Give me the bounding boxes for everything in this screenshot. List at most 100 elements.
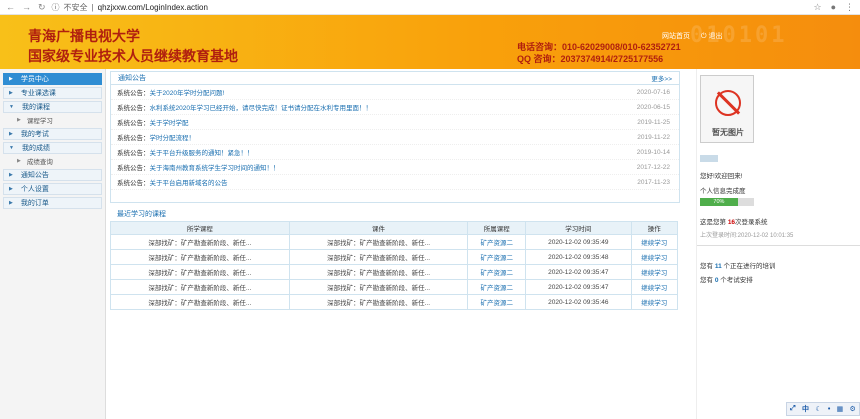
notice-item: 系统公告： 关于平台启用新域名的公告 2017-11-23 <box>111 175 679 190</box>
triangle-right-icon: ▶ <box>9 76 13 82</box>
punct-icon[interactable]: • <box>828 406 830 413</box>
notice-prefix: 系统公告： <box>117 165 150 172</box>
moon-icon[interactable]: ☾ <box>815 405 821 413</box>
column-header: 所学课程 <box>110 221 290 235</box>
notice-item: 系统公告： 关于海南州教育系统学生学习时间的通知！！ 2017-12-22 <box>111 160 679 175</box>
profile-progress-bar: 70% <box>700 198 754 206</box>
notice-link[interactable]: 关于2020年学时分配问题! <box>150 87 637 97</box>
notice-date: 2017-11-23 <box>637 178 670 186</box>
contact-info: 电话咨询：010-62029008/010-62352721 QQ 咨询：203… <box>517 41 681 65</box>
notice-link[interactable]: 学时分配流程！ <box>150 132 638 142</box>
notice-title: 通知公告 <box>118 75 146 82</box>
triangle-right-icon: ▶ <box>9 90 13 96</box>
back-icon[interactable]: ← <box>6 2 15 13</box>
notice-item: 系统公告： 关于2020年学时分配问题! 2020-07-16 <box>111 85 679 100</box>
cell-course: 深部找矿：矿产勘查新阶段、新任... <box>110 264 290 280</box>
sidebar-item-my-exams[interactable]: ▶ 我的考试 <box>3 128 102 140</box>
menu-icon[interactable]: ⋮ <box>845 2 854 13</box>
ime-toolbar[interactable]: ⤢ 中 ☾ • ▦ ⚙ <box>786 402 860 416</box>
cell-course: 深部找矿：矿产勘查新阶段、新任... <box>110 249 290 265</box>
notice-date: 2019-10-14 <box>636 148 670 156</box>
notice-prefix: 系统公告： <box>117 105 150 112</box>
notice-date: 2020-07-16 <box>636 88 670 96</box>
info-icon[interactable]: ⓘ <box>52 2 60 13</box>
triangle-right-icon: ▶ <box>9 172 13 178</box>
account-icon[interactable]: ● <box>831 2 836 13</box>
sidebar-item-my-courses[interactable]: ▼ 我的课程 <box>3 101 102 113</box>
cell-courseware: 深部找矿：矿产勘查新阶段、新任... <box>288 249 469 265</box>
site-title: 青海广播电视大学 <box>28 28 140 44</box>
table-row: 深部找矿：矿产勘查新阶段、新任... 深部找矿：矿产勘查新阶段、新任... 矿产资源… <box>110 294 679 310</box>
avatar: 暂无图片 <box>700 75 754 143</box>
cell-course: 深部找矿：矿产勘查新阶段、新任... <box>110 294 290 310</box>
sidebar-item-course-select[interactable]: ▶ 专业课选课 <box>3 87 102 99</box>
star-icon[interactable]: ☆ <box>813 2 821 13</box>
url-text[interactable]: qhzjxxw.com/LoginIndex.action <box>98 3 208 12</box>
table-body: 深部找矿：矿产勘查新阶段、新任... 深部找矿：矿产勘查新阶段、新任... 矿产资源… <box>110 234 679 310</box>
sidebar-item-student-center[interactable]: ▶ 学员中心 <box>3 73 102 85</box>
profile-progress-label: 个人信息完成度 <box>700 188 746 195</box>
reload-icon[interactable]: ↻ <box>38 2 46 13</box>
cell-belong-course[interactable]: 矿产资源二 <box>467 294 527 310</box>
cell-study-time: 2020-12-02 09:35:48 <box>525 249 632 265</box>
continue-study-link[interactable]: 继续学习 <box>630 249 679 265</box>
avatar-caption: 暂无图片 <box>712 128 744 137</box>
notice-link[interactable]: 关于学时学配 <box>150 117 638 127</box>
ime-switch-icon[interactable]: ⤢ <box>790 405 796 413</box>
column-header: 学习时间 <box>525 221 632 235</box>
notice-panel: 通知公告 更多>> 系统公告： 关于2020年学时分配问题! 2020-07-16 系… <box>110 71 680 203</box>
cell-belong-course[interactable]: 矿产资源二 <box>467 279 527 295</box>
sidebar-subitem-course-study[interactable]: ▶ 课程学习 <box>3 113 102 126</box>
keyboard-icon[interactable]: ▦ <box>837 405 844 413</box>
ime-mode[interactable]: 中 <box>802 404 809 414</box>
notice-link[interactable]: 关于海南州教育系统学生学习时间的通知！！ <box>150 162 637 172</box>
sidebar-subitem-grade-query[interactable]: ▶ 成绩查询 <box>3 154 102 167</box>
power-icon: ⏻ <box>701 33 707 40</box>
column-header: 课件 <box>288 221 469 235</box>
home-link[interactable]: 网站首页 <box>662 31 690 41</box>
cell-belong-course[interactable]: 矿产资源二 <box>467 264 527 280</box>
notice-link[interactable]: 关于平台启用新域名的公告 <box>150 177 638 187</box>
notice-header: 通知公告 更多>> <box>111 72 679 85</box>
notice-date: 2019-11-25 <box>637 118 670 126</box>
sidebar: ▶ 学员中心 ▶ 专业课选课 ▼ 我的课程 ▶ 课程学习 ▶ 我的考试 ▼ 我的成绩 ▶ 成绩… <box>0 69 106 419</box>
sidebar-item-settings[interactable]: ▶ 个人设置 <box>3 183 102 195</box>
cell-study-time: 2020-12-02 09:35:49 <box>525 234 632 250</box>
profile-progress-fill: 70% <box>700 198 738 206</box>
insecure-label: 不安全 <box>63 2 88 12</box>
notice-link[interactable]: 关于平台升级服务的通知！紧急！！ <box>150 147 637 157</box>
address-bar[interactable]: ⓘ 不安全 | qhzjxxw.com/LoginIndex.action <box>52 2 808 13</box>
training-count-text: 您有 11 个正在进行的培训 <box>700 263 776 270</box>
triangle-down-icon: ▼ <box>9 145 14 151</box>
logout-link[interactable]: ⏻ 退出 <box>701 31 723 41</box>
notice-prefix: 系统公告： <box>117 120 150 127</box>
notice-link[interactable]: 水利系统2020年学习已经开始，请尽快完成！证书请分配在水利专用里面！！ <box>150 102 637 112</box>
username-blurred <box>700 155 718 162</box>
continue-study-link[interactable]: 继续学习 <box>630 234 679 250</box>
cell-courseware: 深部找矿：矿产勘查新阶段、新任... <box>288 234 469 250</box>
triangle-down-icon: ▼ <box>9 104 14 110</box>
sidebar-item-notices[interactable]: ▶ 通知公告 <box>3 169 102 181</box>
sidebar-item-orders[interactable]: ▶ 我的订单 <box>3 197 102 209</box>
notice-item: 系统公告： 水利系统2020年学习已经开始，请尽快完成！证书请分配在水利专用里面！… <box>111 100 679 115</box>
login-count: 16 <box>727 219 736 226</box>
training-count: 11 <box>714 263 722 270</box>
triangle-right-icon: ▶ <box>9 186 13 192</box>
continue-study-link[interactable]: 继续学习 <box>630 264 679 280</box>
main-content: 通知公告 更多>> 系统公告： 关于2020年学时分配问题! 2020-07-16 系… <box>110 69 680 310</box>
notice-item: 系统公告： 关于平台升级服务的通知！紧急！！ 2019-10-14 <box>111 145 679 160</box>
column-header: 所属课程 <box>467 221 527 235</box>
cell-belong-course[interactable]: 矿产资源二 <box>467 234 527 250</box>
settings-icon[interactable]: ⚙ <box>850 405 856 413</box>
recent-courses-title: 最近学习的课程 <box>117 211 166 218</box>
continue-study-link[interactable]: 继续学习 <box>630 279 679 295</box>
sidebar-item-my-grades[interactable]: ▼ 我的成绩 <box>3 142 102 154</box>
continue-study-link[interactable]: 继续学习 <box>630 294 679 310</box>
divider <box>697 245 860 246</box>
notice-more-link[interactable]: 更多>> <box>651 73 672 83</box>
forward-icon[interactable]: → <box>22 2 31 13</box>
exam-count: 0 <box>714 277 719 284</box>
last-login-time: 上次登录时间:2020-12-02 10:01:35 <box>700 233 794 239</box>
cell-belong-course[interactable]: 矿产资源二 <box>467 249 527 265</box>
recent-courses-panel: 最近学习的课程 所学课程 课件 所属课程 学习时间 操作 深部找矿：矿产勘查新阶段、新任… <box>110 207 680 310</box>
